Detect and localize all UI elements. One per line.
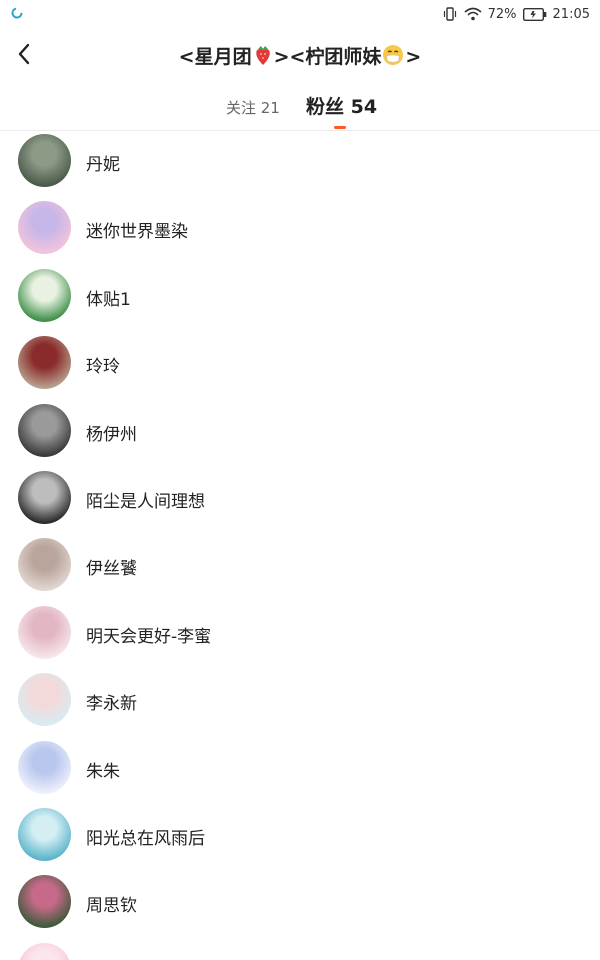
list-item[interactable]: 阳光总在风雨后: [0, 805, 600, 872]
vibrate-icon: [442, 7, 458, 21]
title-text-start: <星月团: [178, 46, 252, 68]
fan-name: 朱朱: [86, 761, 120, 782]
avatar[interactable]: [18, 336, 71, 390]
active-tab-indicator: [334, 126, 346, 129]
battery-charging-icon: [522, 7, 547, 21]
fan-name: 阳光总在风雨后: [86, 828, 205, 849]
list-item[interactable]: 李永新: [0, 670, 600, 737]
tab-fans[interactable]: 粉丝 54: [306, 92, 377, 119]
back-button[interactable]: [8, 38, 40, 70]
fan-name: 明天会更好-李蜜: [86, 626, 212, 647]
avatar[interactable]: [18, 470, 71, 524]
avatar[interactable]: [18, 807, 71, 861]
status-time: 21:05: [552, 6, 590, 22]
avatar[interactable]: [18, 740, 71, 794]
battery-percent: 72%: [487, 6, 517, 22]
avatar[interactable]: [18, 875, 71, 929]
fan-name: 陌尘是人间理想: [86, 491, 205, 512]
strawberry-icon: [253, 44, 273, 71]
back-arrow-icon: [18, 43, 30, 65]
list-item[interactable]: [0, 940, 600, 960]
list-item[interactable]: 朱朱: [0, 738, 600, 805]
fan-name: 李永新: [86, 694, 137, 715]
avatar[interactable]: [18, 134, 71, 187]
header: <星月团 ><柠团师妹 >: [0, 28, 600, 82]
fan-name: 丹妮: [86, 155, 120, 175]
fan-name: 玲玲: [86, 357, 120, 378]
title-text-middle: ><柠团师妹: [273, 46, 382, 68]
avatar[interactable]: [18, 673, 71, 727]
app-notification-icon: [11, 7, 23, 19]
avatar[interactable]: [18, 403, 71, 457]
list-item[interactable]: 玲玲: [0, 333, 600, 400]
mask-face-icon: [382, 44, 404, 71]
list-item[interactable]: 体贴1: [0, 266, 600, 333]
tab-bar: 关注 21 粉丝 54: [0, 82, 600, 131]
list-item[interactable]: 丹妮: [0, 131, 600, 198]
status-indicators: 72% 21:05: [442, 5, 590, 23]
fans-list: 丹妮迷你世界墨染 体贴1 玲玲杨伊州陌尘是人间理想 伊丝饕明天会更好-李蜜 李永新朱朱阳…: [0, 131, 600, 960]
list-item[interactable]: 明天会更好-李蜜: [0, 603, 600, 670]
fan-name: 周思钦: [86, 896, 137, 917]
page-title: <星月团 ><柠团师妹 >: [60, 42, 540, 71]
avatar[interactable]: [18, 942, 71, 960]
list-item[interactable]: 杨伊州: [0, 401, 600, 468]
avatar[interactable]: [18, 268, 71, 322]
status-bar: 72% 21:05: [0, 0, 600, 28]
avatar[interactable]: [18, 201, 71, 255]
title-text-end: >: [405, 46, 422, 68]
fan-name: 迷你世界墨染: [86, 222, 188, 243]
wifi-icon: [464, 7, 482, 21]
fan-name: 体贴1: [86, 289, 131, 310]
avatar[interactable]: [18, 538, 71, 592]
list-item[interactable]: 陌尘是人间理想: [0, 468, 600, 535]
list-item[interactable]: 迷你世界墨染: [0, 198, 600, 265]
tab-following[interactable]: 关注 21: [226, 97, 280, 118]
list-item[interactable]: 伊丝饕: [0, 535, 600, 602]
fan-name: 杨伊州: [86, 424, 137, 445]
fan-name: 伊丝饕: [86, 559, 137, 580]
avatar[interactable]: [18, 605, 71, 659]
list-item[interactable]: 周思钦: [0, 872, 600, 939]
